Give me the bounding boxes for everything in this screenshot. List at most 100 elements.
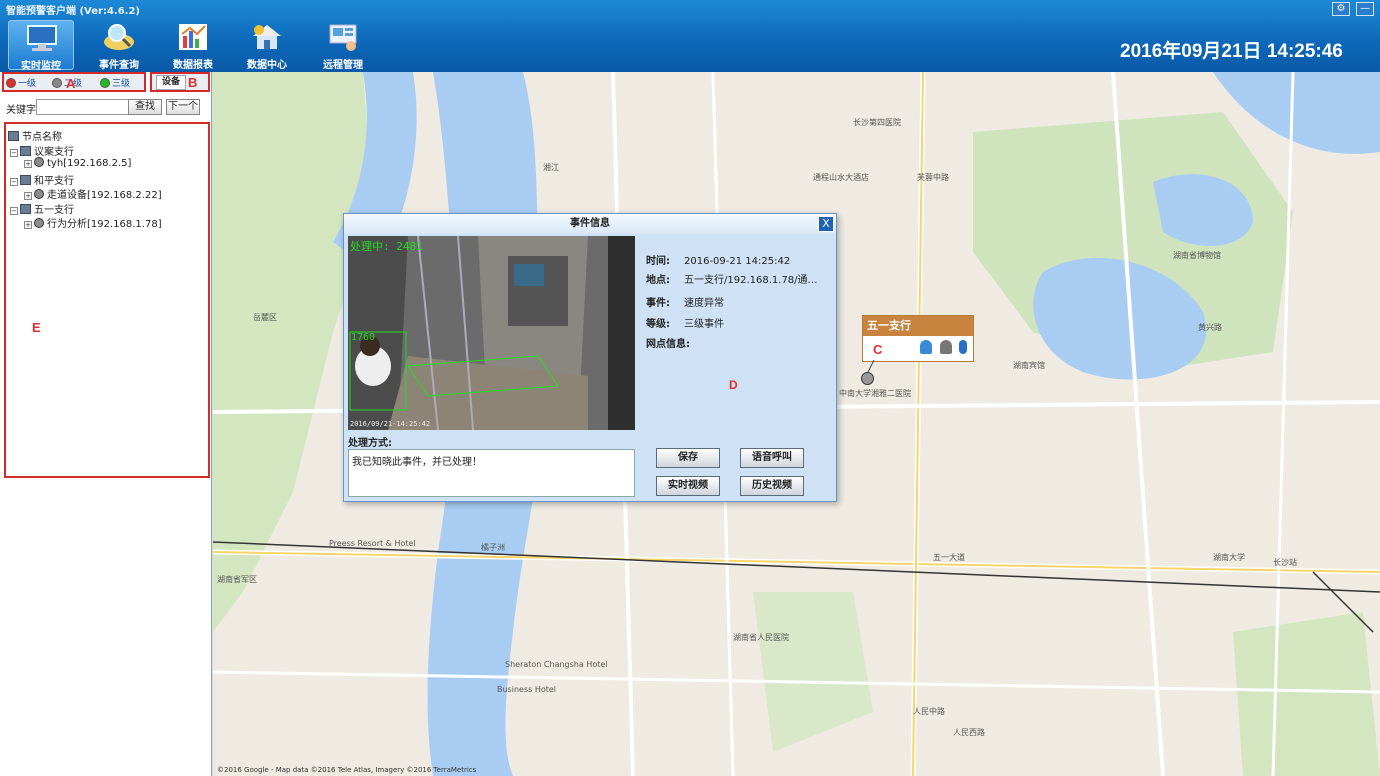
- map-label: 黄兴路: [1198, 323, 1222, 332]
- video-frame: [348, 236, 635, 430]
- tree-leaf[interactable]: + 行为分析[192.168.1.78]: [24, 215, 162, 230]
- tree-leaf-label: 行为分析[192.168.1.78]: [47, 219, 162, 230]
- expand-icon[interactable]: +: [24, 192, 32, 200]
- device-tree: 节点名称 − 议案支行 + tyh[192.168.2.5] − 和平支行 + 走道设备…: [4, 122, 210, 478]
- expand-icon[interactable]: +: [24, 160, 32, 168]
- tree-leaf[interactable]: + 走道设备[192.168.2.22]: [24, 186, 162, 201]
- toolbar-label: 远程管理: [323, 60, 363, 71]
- microphone-icon[interactable]: [959, 340, 967, 354]
- remote-icon: [327, 22, 359, 52]
- search-input[interactable]: [36, 99, 130, 115]
- expand-icon[interactable]: +: [24, 221, 32, 229]
- tree-node[interactable]: − 和平支行: [10, 172, 74, 187]
- device-tab-box: 设备: [150, 72, 210, 92]
- tab-device[interactable]: 设备: [156, 75, 186, 90]
- collapse-icon[interactable]: −: [10, 207, 18, 215]
- info-label: 地点:: [646, 275, 670, 286]
- map-label: 长沙站: [1273, 558, 1297, 567]
- info-label: 事件:: [646, 298, 670, 309]
- annotation-b: B: [188, 75, 198, 90]
- tree-root-label: 节点名称: [22, 132, 62, 143]
- red-dot-icon: [6, 78, 16, 88]
- map-label: 湘江: [543, 163, 559, 172]
- branch-icon: [20, 175, 31, 185]
- search-row: 关键字 查找 下一个: [6, 99, 210, 117]
- gray-dot-icon: [52, 78, 62, 88]
- level-3-filter[interactable]: 三级: [100, 76, 130, 89]
- toolbar-remote-manage[interactable]: 远程管理: [310, 20, 376, 71]
- toolbar-label: 实时监控: [21, 61, 61, 72]
- tree-root[interactable]: 节点名称: [8, 128, 62, 143]
- person-icon[interactable]: [939, 340, 952, 354]
- collapse-icon[interactable]: −: [10, 149, 18, 157]
- history-video-button[interactable]: 历史视频: [740, 476, 804, 496]
- popup-title: 五一支行: [863, 316, 973, 336]
- info-label: 网点信息:: [646, 339, 690, 350]
- info-value: 2016-09-21 14:25:42: [684, 256, 791, 267]
- settings-button[interactable]: ⚙: [1332, 2, 1350, 16]
- info-level: 等级: 三级事件: [646, 315, 724, 330]
- left-panel: 一级 二级 三级 A 设备 B 关键字 查找 下一个 节点名称 − 议案支行 + t…: [0, 72, 212, 776]
- gear-icon: ⚙: [1336, 3, 1346, 14]
- toolbar-data-report[interactable]: 数据报表: [160, 20, 226, 71]
- info-value: 速度异常: [684, 298, 724, 309]
- info-branch: 网点信息:: [646, 335, 706, 350]
- video-count: 1760: [351, 332, 376, 343]
- camera-icon: [34, 157, 44, 167]
- dialog-title: 事件信息: [344, 214, 836, 234]
- level-label: 一级: [18, 79, 37, 89]
- map-label: 湖南省军区: [217, 575, 257, 584]
- tree-leaf-label: 走道设备[192.168.2.22]: [47, 190, 162, 201]
- info-value: 五一支行/192.168.1.78/通…: [684, 275, 818, 286]
- video-status: 处理中: 2481: [350, 240, 423, 253]
- toolbar-data-center[interactable]: 数据中心: [234, 20, 300, 71]
- handle-textarea[interactable]: 我已知晓此事件，并已处理！: [348, 449, 635, 497]
- voice-call-button[interactable]: 语音呼叫: [740, 448, 804, 468]
- app-title: 智能预警客户端 (Ver:4.6.2): [6, 6, 140, 17]
- tree-node[interactable]: − 议案支行: [10, 143, 74, 158]
- user-icon[interactable]: [920, 340, 932, 354]
- map-label: 人民中路: [913, 707, 945, 716]
- map-label: 长沙第四医院: [853, 118, 901, 127]
- close-icon: X: [822, 217, 830, 230]
- map-label: Sheraton Changsha Hotel: [505, 660, 608, 669]
- live-video-button[interactable]: 实时视频: [656, 476, 720, 496]
- map-label: 通程山水大酒店: [813, 173, 869, 182]
- search-label: 关键字: [6, 105, 36, 116]
- monitor-icon: [26, 23, 58, 53]
- map-label: 橘子洲: [481, 543, 505, 552]
- map-label: 中南大学湘雅二医院: [839, 389, 911, 398]
- annotation-c: C: [873, 342, 883, 357]
- close-button[interactable]: X: [818, 216, 834, 232]
- info-value: 三级事件: [684, 319, 724, 330]
- info-label: 时间:: [646, 256, 670, 267]
- green-dot-icon: [100, 78, 110, 88]
- map-search-icon: [103, 22, 135, 52]
- map-label: 湖南宾馆: [1013, 361, 1045, 370]
- handle-label: 处理方式:: [348, 438, 392, 449]
- next-button[interactable]: 下一个: [166, 99, 200, 115]
- level-1-filter[interactable]: 一级: [6, 76, 36, 89]
- map-label: Preess Resort & Hotel: [329, 539, 416, 548]
- branch-popup[interactable]: 五一支行 C: [862, 315, 974, 362]
- search-button[interactable]: 查找: [128, 99, 162, 115]
- info-place: 地点: 五一支行/192.168.1.78/通…: [646, 271, 818, 286]
- minimize-button[interactable]: —: [1356, 2, 1374, 16]
- toolbar-label: 事件查询: [99, 60, 139, 71]
- collapse-icon[interactable]: −: [10, 178, 18, 186]
- map-label: 五一大道: [933, 553, 965, 562]
- map-marker-icon[interactable]: [861, 372, 874, 385]
- folder-icon: [8, 131, 19, 141]
- save-button[interactable]: 保存: [656, 448, 720, 468]
- toolbar-label: 数据中心: [247, 60, 287, 71]
- tree-leaf[interactable]: + tyh[192.168.2.5]: [24, 157, 131, 169]
- map-label: Business Hotel: [497, 685, 557, 694]
- event-video[interactable]: 处理中: 2481 1760 2016/09/21-14:25:42: [348, 236, 635, 430]
- map-label: 芙蓉中路: [917, 173, 949, 182]
- video-timestamp: 2016/09/21-14:25:42: [350, 420, 431, 428]
- toolbar-realtime-monitor[interactable]: 实时监控: [8, 20, 74, 72]
- map-copyright: ©2016 Google - Map data ©2016 Tele Atlas…: [217, 766, 477, 774]
- annotation-e: E: [32, 320, 41, 335]
- tree-node[interactable]: − 五一支行: [10, 201, 74, 216]
- toolbar-event-query[interactable]: 事件查询: [86, 20, 152, 71]
